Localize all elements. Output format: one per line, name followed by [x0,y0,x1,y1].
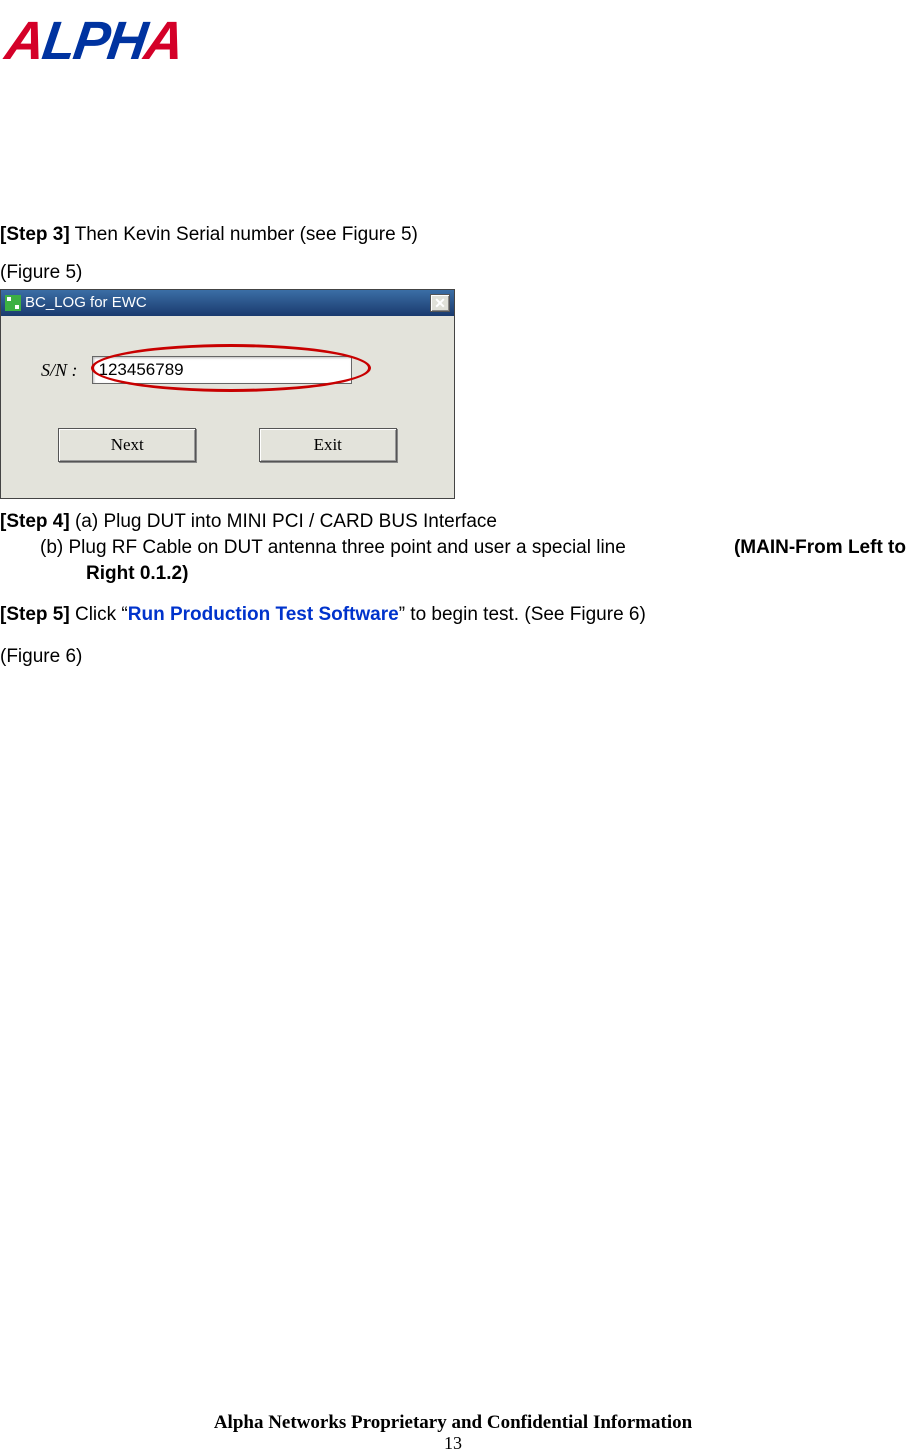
step4-text-a: (a) Plug DUT into MINI PCI / CARD BUS In… [70,511,497,532]
exit-button[interactable]: Exit [259,428,397,462]
step4-line-a: [Step 4] (a) Plug DUT into MINI PCI / CA… [0,509,906,535]
run-production-test-link: Run Production Test Software [128,604,399,625]
dialog-title: BC_LOG for EWC [25,293,147,313]
step4-label: [Step 4] [0,511,70,532]
figure5-label: (Figure 5) [0,260,906,286]
dialog-titlebar: BC_LOG for EWC ✕ [1,290,454,316]
step3-text: Then Kevin Serial number (see Figure 5) [70,224,418,245]
close-button[interactable]: ✕ [430,294,450,312]
page-number: 13 [0,1433,906,1454]
step4-text-b-bold-part2: Right 0.1.2) [86,561,906,587]
step5-line: [Step 5] Click “Run Production Test Soft… [0,602,906,628]
figure6-label: (Figure 6) [0,644,906,670]
step3-line: [Step 3] Then Kevin Serial number (see F… [0,222,906,248]
next-button[interactable]: Next [58,428,196,462]
alpha-logo: ALPHA [6,10,906,72]
dialog-app-icon [5,295,21,311]
step3-label: [Step 3] [0,224,70,245]
sn-label: S/N : [41,358,78,382]
step4-line-b: (b) Plug RF Cable on DUT antenna three p… [0,535,906,561]
close-icon: ✕ [434,294,446,313]
footer-text: Alpha Networks Proprietary and Confident… [0,1412,906,1434]
step4-text-b-bold-part1: (MAIN-From Left to [734,535,906,561]
sn-input[interactable] [92,356,352,384]
bc-log-dialog: BC_LOG for EWC ✕ S/N : Next Exit [0,289,455,499]
step5-pre: Click “ [70,604,128,625]
step4-text-b-pre: (b) Plug RF Cable on DUT antenna three p… [40,535,626,561]
step5-post: ” to begin test. (See Figure 6) [399,604,646,625]
step5-label: [Step 5] [0,604,70,625]
